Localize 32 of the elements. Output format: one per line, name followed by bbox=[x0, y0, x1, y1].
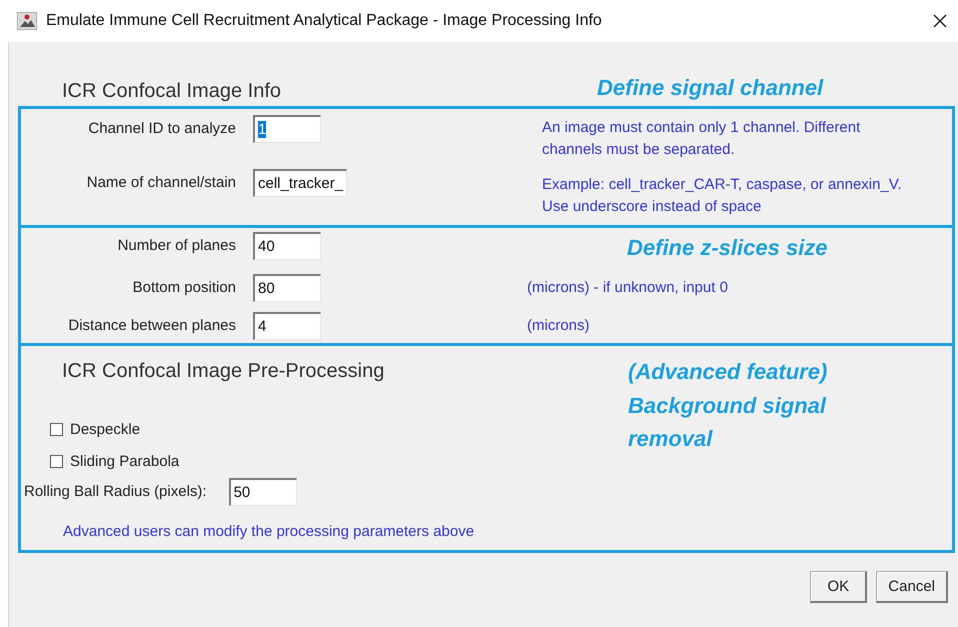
field-label: Bottom position bbox=[132, 278, 236, 298]
app-icon bbox=[17, 12, 37, 30]
input-field[interactable]: 1 bbox=[253, 115, 321, 143]
input-field[interactable]: 40 bbox=[253, 232, 321, 260]
window-title: Emulate Immune Cell Recruitment Analytical Package - Image Processing Info bbox=[46, 12, 603, 30]
checkbox-label: Sliding Parabola bbox=[70, 452, 180, 470]
hint-text: Advanced users can modify the processing parameters above bbox=[63, 522, 476, 542]
callout-text: (Advanced feature) Background signal removal bbox=[628, 358, 828, 453]
dialog-button[interactable]: OK bbox=[810, 571, 868, 603]
checkbox[interactable] bbox=[50, 422, 63, 436]
hint-text: (microns) - if unknown, input 0 bbox=[527, 278, 729, 298]
field-label: Name of channel/stain bbox=[86, 172, 236, 192]
section-heading: ICR Confocal Image Pre-Processing bbox=[62, 359, 384, 384]
callout-text: Define z-slices size bbox=[627, 234, 829, 262]
field-label: Rolling Ball Radius (pixels): bbox=[24, 482, 207, 502]
field-label: Channel ID to analyze bbox=[87, 119, 236, 139]
dialog-button[interactable]: Cancel bbox=[876, 571, 948, 603]
callout-text: Define signal channel bbox=[597, 74, 824, 102]
input-field[interactable]: 80 bbox=[253, 274, 321, 302]
checkbox-label: Despeckle bbox=[70, 420, 140, 438]
input-field[interactable]: 4 bbox=[253, 312, 321, 340]
checkbox[interactable] bbox=[50, 454, 63, 468]
input-field[interactable]: cell_tracker_ bbox=[253, 168, 348, 196]
hint-text: An image must contain only 1 channel. Different channels must be separated. bbox=[542, 118, 862, 160]
field-label: Number of planes bbox=[116, 236, 236, 256]
hint-text: Example: cell_tracker_CAR-T, caspase, or annexin_V. Use underscore instead of space bbox=[542, 174, 903, 216]
close-icon bbox=[932, 13, 948, 29]
field-label: Distance between planes bbox=[67, 316, 236, 336]
section-heading: ICR Confocal Image Info bbox=[62, 80, 281, 102]
hint-text: (microns) bbox=[527, 316, 590, 336]
close-button[interactable] bbox=[932, 13, 948, 29]
input-field[interactable]: 50 bbox=[228, 478, 297, 506]
